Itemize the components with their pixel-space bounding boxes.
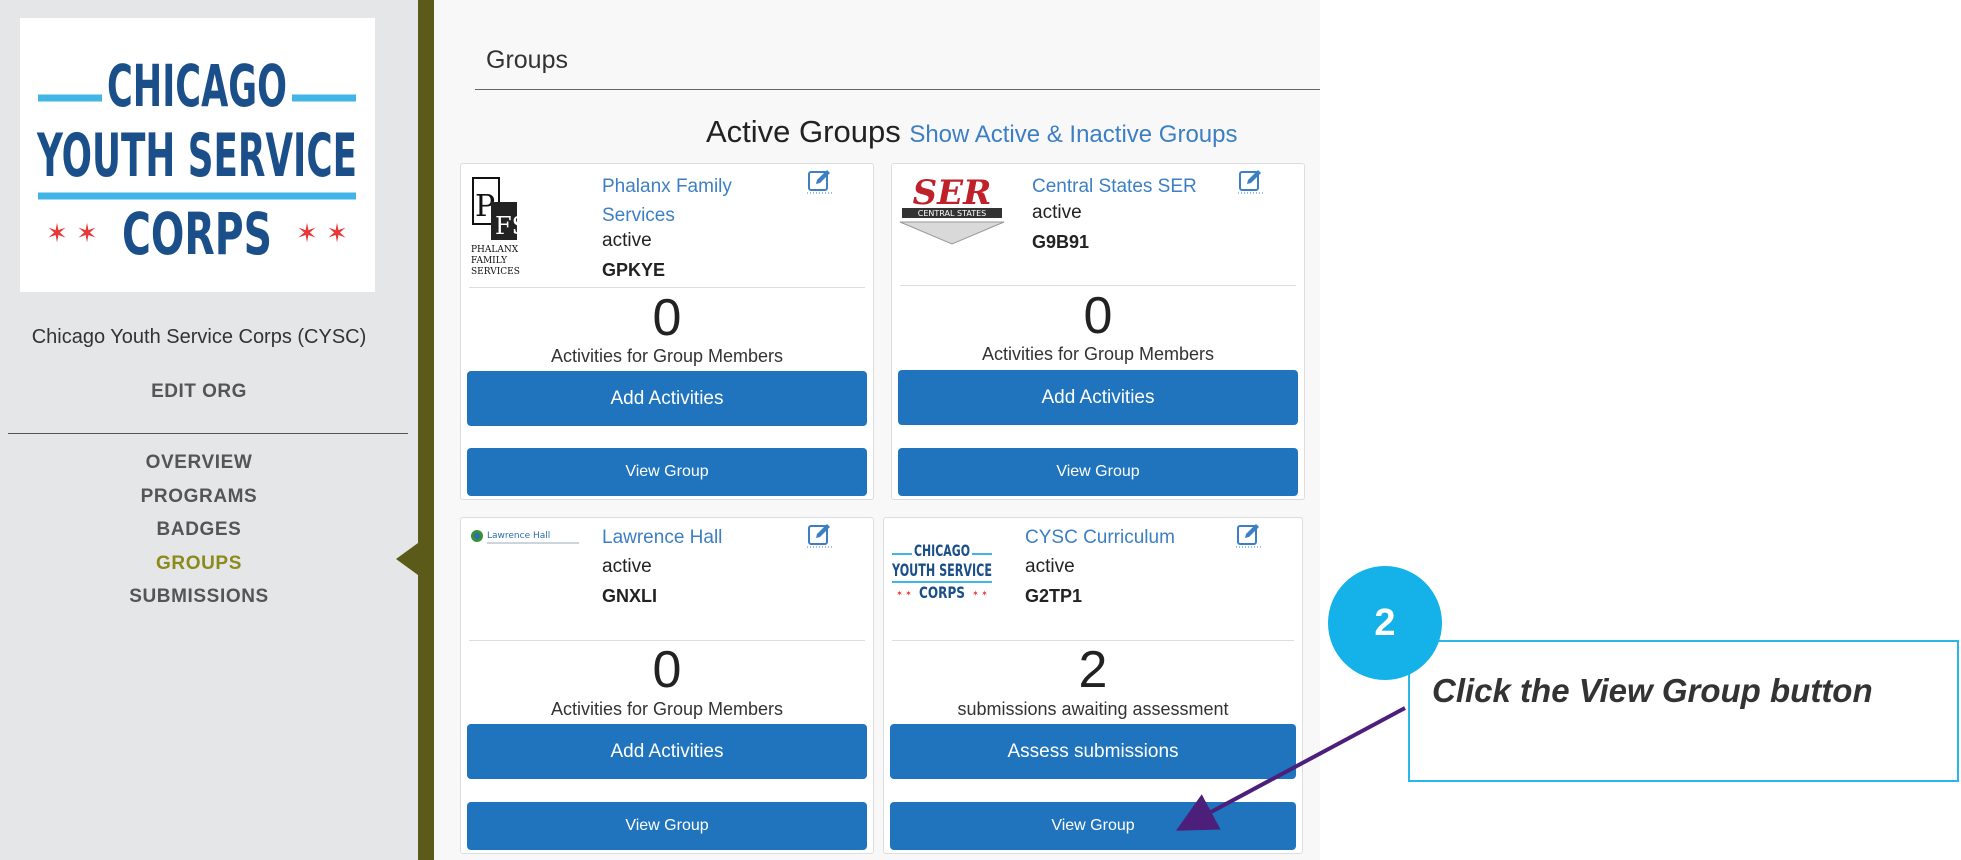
add-activities-button[interactable]: Add Activities: [467, 371, 867, 426]
group-logo-cysc: CHICAGO YOUTH SERVICE CORPS ✶ ✶ ✶ ✶: [890, 532, 994, 602]
activity-count: 0: [652, 289, 682, 347]
logo-subtext-2: FAMILY: [471, 256, 508, 266]
group-code: GNXLI: [602, 586, 658, 606]
count-label: Activities for Group Members: [550, 346, 784, 366]
view-group-button[interactable]: View Group: [890, 802, 1296, 850]
edit-org-link[interactable]: EDIT ORG: [0, 381, 398, 403]
view-group-button[interactable]: View Group: [467, 448, 867, 496]
logo-line-1: CHICAGO: [107, 52, 287, 120]
svg-text:✶ ✶: ✶ ✶: [46, 219, 98, 249]
group-status: active: [602, 556, 652, 577]
group-card-phalanx: P FS PHALANX FAMILY SERVICES Phalanx Fam…: [460, 163, 874, 500]
show-all-groups-link[interactable]: Show Active & Inactive Groups: [909, 121, 1237, 148]
logo-ser-subtext: CENTRAL STATES: [918, 209, 986, 218]
logo-line-3: CORPS: [122, 200, 272, 268]
group-name[interactable]: Phalanx Family Services: [602, 172, 792, 230]
nav-item-badges[interactable]: BADGES: [0, 513, 398, 547]
svg-text:✶ ✶: ✶ ✶: [296, 219, 348, 249]
edit-icon[interactable]: [807, 522, 833, 548]
nav-item-submissions[interactable]: SUBMISSIONS: [0, 580, 398, 614]
group-status: active: [1032, 202, 1082, 223]
group-name[interactable]: CYSC Curriculum: [1025, 523, 1215, 552]
svg-text:✶ ✶: ✶ ✶: [972, 589, 988, 598]
edit-icon[interactable]: [807, 168, 833, 194]
edit-icon[interactable]: [1238, 168, 1264, 194]
logo-lawrence-text: Lawrence Hall: [487, 531, 550, 541]
group-status: active: [602, 230, 652, 251]
view-group-button[interactable]: View Group: [898, 448, 1298, 496]
assess-submissions-button[interactable]: Assess submissions: [890, 724, 1296, 779]
group-logo-phalanx: P FS PHALANX FAMILY SERVICES: [469, 172, 565, 277]
view-group-button[interactable]: View Group: [467, 802, 867, 850]
count-label: Activities for Group Members: [981, 344, 1215, 364]
active-groups-heading: Active Groups: [706, 114, 901, 149]
group-card-cysc-curriculum: CHICAGO YOUTH SERVICE CORPS ✶ ✶ ✶ ✶ CYSC…: [883, 517, 1303, 854]
add-activities-button[interactable]: Add Activities: [467, 724, 867, 779]
group-status: active: [1025, 556, 1075, 577]
group-name[interactable]: Central States SER: [1032, 172, 1222, 201]
nav-item-programs[interactable]: PROGRAMS: [0, 480, 398, 514]
group-code: G9B91: [1032, 232, 1090, 252]
title-divider: [475, 89, 1320, 90]
logo-line-2: YOUTH SERVICE: [36, 121, 357, 191]
group-name[interactable]: Lawrence Hall: [602, 523, 792, 552]
submission-count: 2: [1078, 641, 1108, 699]
group-logo-ser: SER CENTRAL STATES: [896, 172, 1008, 276]
logo-ser-text: SER: [913, 173, 992, 213]
page-title: Groups: [486, 46, 568, 74]
activity-count: 0: [652, 641, 682, 699]
org-name: Chicago Youth Service Corps (CYSC): [31, 326, 367, 348]
logo-subtext-3: SERVICES: [471, 267, 520, 276]
edit-icon[interactable]: [1236, 522, 1262, 548]
callout-text: Click the View Group button: [1432, 672, 1873, 709]
group-code: G2TP1: [1025, 586, 1083, 606]
add-activities-button[interactable]: Add Activities: [898, 370, 1298, 425]
nav-item-overview[interactable]: OVERVIEW: [0, 446, 398, 480]
callout-box: Click the View Group button: [1408, 640, 1959, 782]
count-label: submissions awaiting assessment: [957, 699, 1229, 719]
group-card-lawrence-hall: Lawrence Hall Lawrence Hall active GNXLI…: [460, 517, 874, 854]
group-logo-lawrence-hall: Lawrence Hall: [469, 526, 589, 556]
active-nav-pointer: [396, 543, 418, 575]
org-logo: CHICAGO YOUTH SERVICE CORPS ✶ ✶ ✶ ✶: [20, 18, 375, 292]
nav-item-groups[interactable]: GROUPS: [0, 547, 398, 581]
group-code: GPKYE: [602, 260, 666, 280]
cysc-logo-line-2: YOUTH SERVICE: [891, 561, 992, 581]
sidebar-stripe: [418, 0, 434, 860]
cysc-logo-line-3: CORPS: [919, 583, 965, 602]
svg-text:✶ ✶: ✶ ✶: [896, 589, 912, 598]
sidebar: CHICAGO YOUTH SERVICE CORPS ✶ ✶ ✶ ✶ Chic…: [0, 0, 418, 860]
step-number-badge: 2: [1328, 566, 1442, 680]
count-label: Activities for Group Members: [550, 699, 784, 719]
svg-text:FS: FS: [495, 212, 528, 240]
sidebar-nav: OVERVIEW PROGRAMS BADGES GROUPS SUBMISSI…: [0, 446, 398, 614]
activity-count: 0: [1083, 287, 1113, 345]
logo-subtext-1: PHALANX: [471, 245, 519, 255]
cysc-logo-line-1: CHICAGO: [914, 541, 970, 560]
section-heading: Active Groups Show Active & Inactive Gro…: [706, 114, 1238, 150]
sidebar-divider: [8, 433, 408, 434]
group-card-central-states-ser: SER CENTRAL STATES Central States SER ac…: [891, 163, 1305, 500]
